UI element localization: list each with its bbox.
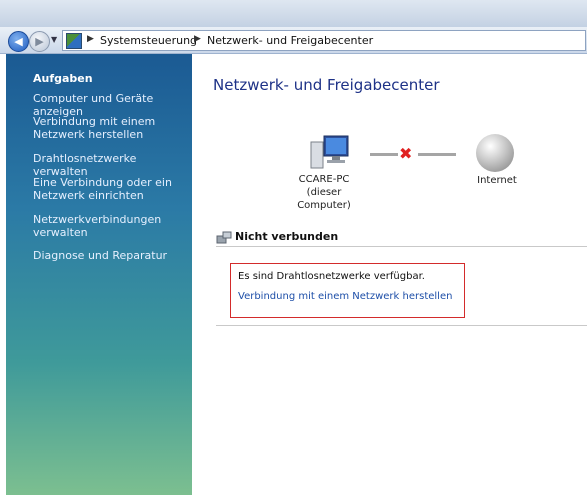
network-disconnected-icon bbox=[216, 230, 232, 244]
control-panel-icon bbox=[66, 33, 82, 49]
internet-globe-icon[interactable] bbox=[476, 134, 514, 172]
page-title: Netzwerk- und Freigabecenter bbox=[213, 76, 440, 94]
computer-name: CCARE-PC bbox=[298, 174, 350, 185]
history-dropdown-icon[interactable]: ▼ bbox=[51, 35, 57, 44]
arrow-left-icon: ◀ bbox=[14, 35, 23, 48]
computer-note: (dieser Computer) bbox=[297, 187, 351, 211]
computer-icon[interactable] bbox=[308, 134, 352, 172]
arrow-right-icon: ▶ bbox=[35, 35, 44, 48]
sidebar-heading: Aufgaben bbox=[33, 72, 93, 85]
red-x-icon[interactable]: ✖ bbox=[399, 144, 412, 163]
window-title-bar bbox=[0, 0, 587, 27]
sidebar-item-verbindung-herstellen[interactable]: Verbindung mit einem Netzwerk herstellen bbox=[33, 115, 193, 141]
main-content: Netzwerk- und Freigabecenter CCARE-PC (d… bbox=[192, 54, 587, 495]
connection-line bbox=[370, 153, 398, 156]
breadcrumb-netzwerkcenter[interactable]: Netzwerk- und Freigabecenter bbox=[207, 34, 373, 47]
wireless-notice-box: Es sind Drahtlosnetzwerke verfügbar. Ver… bbox=[230, 263, 465, 318]
back-button[interactable]: ◀ bbox=[8, 31, 29, 52]
sidebar-item-diagnose[interactable]: Diagnose und Reparatur bbox=[33, 249, 193, 262]
navigation-bar: ◀ ▶ ▼ ▶ Systemsteuerung ▶ Netzwerk- und … bbox=[0, 27, 587, 54]
connect-network-link[interactable]: Verbindung mit einem Netzwerk herstellen bbox=[238, 291, 452, 302]
sidebar-item-netzwerkverbindungen[interactable]: Netzwerkverbindungen verwalten bbox=[33, 213, 193, 239]
divider bbox=[216, 246, 587, 247]
network-status-label: Nicht verbunden bbox=[235, 230, 339, 243]
task-sidebar: Aufgaben Computer und Geräte anzeigen Ve… bbox=[6, 54, 192, 495]
forward-button[interactable]: ▶ bbox=[29, 31, 50, 52]
breadcrumb-systemsteuerung[interactable]: Systemsteuerung bbox=[100, 34, 197, 47]
sidebar-item-drahtlosnetzwerke[interactable]: Drahtlosnetzwerke verwalten bbox=[33, 152, 193, 178]
computer-label: CCARE-PC (dieser Computer) bbox=[284, 173, 364, 212]
internet-label: Internet bbox=[477, 175, 517, 186]
address-bar[interactable]: ▶ Systemsteuerung ▶ Netzwerk- und Freiga… bbox=[62, 30, 586, 51]
divider bbox=[216, 325, 587, 326]
breadcrumb-separator-icon[interactable]: ▶ bbox=[194, 34, 201, 44]
wireless-available-text: Es sind Drahtlosnetzwerke verfügbar. bbox=[238, 271, 425, 282]
sidebar-item-verbindung-einrichten[interactable]: Eine Verbindung oder ein Netzwerk einric… bbox=[33, 176, 193, 202]
breadcrumb-separator-icon[interactable]: ▶ bbox=[87, 34, 94, 44]
connection-line bbox=[418, 153, 456, 156]
